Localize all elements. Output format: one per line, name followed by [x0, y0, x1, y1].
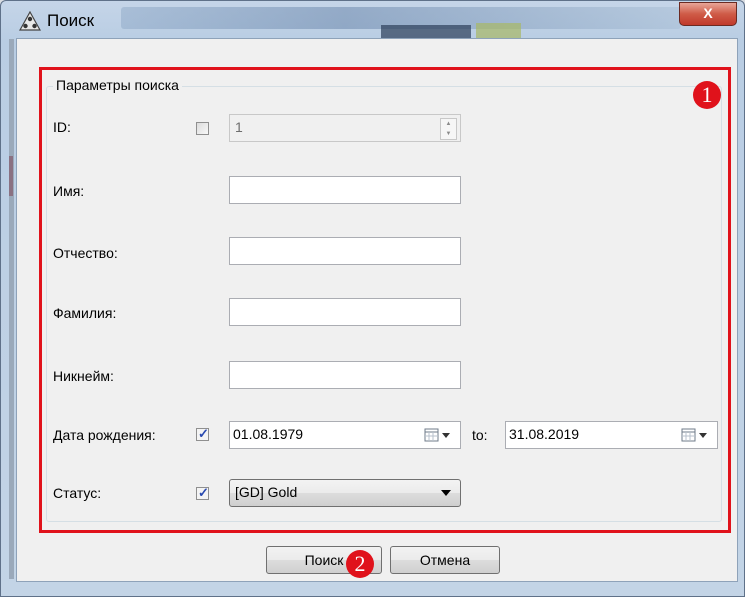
- annotation-highlight-box: [39, 67, 731, 533]
- cancel-button[interactable]: Отмена: [390, 546, 500, 574]
- window-title: Поиск: [47, 11, 95, 30]
- background-window-blur: [381, 25, 471, 39]
- background-window-edge: [9, 39, 14, 579]
- annotation-badge-1: 1: [693, 81, 721, 109]
- background-window-blur: [476, 23, 521, 39]
- close-button[interactable]: X: [679, 2, 737, 26]
- app-icon: [19, 11, 41, 31]
- title-bar[interactable]: Поиск X: [1, 1, 744, 39]
- background-window-edge: [9, 156, 13, 196]
- annotation-badge-2: 2: [346, 550, 374, 578]
